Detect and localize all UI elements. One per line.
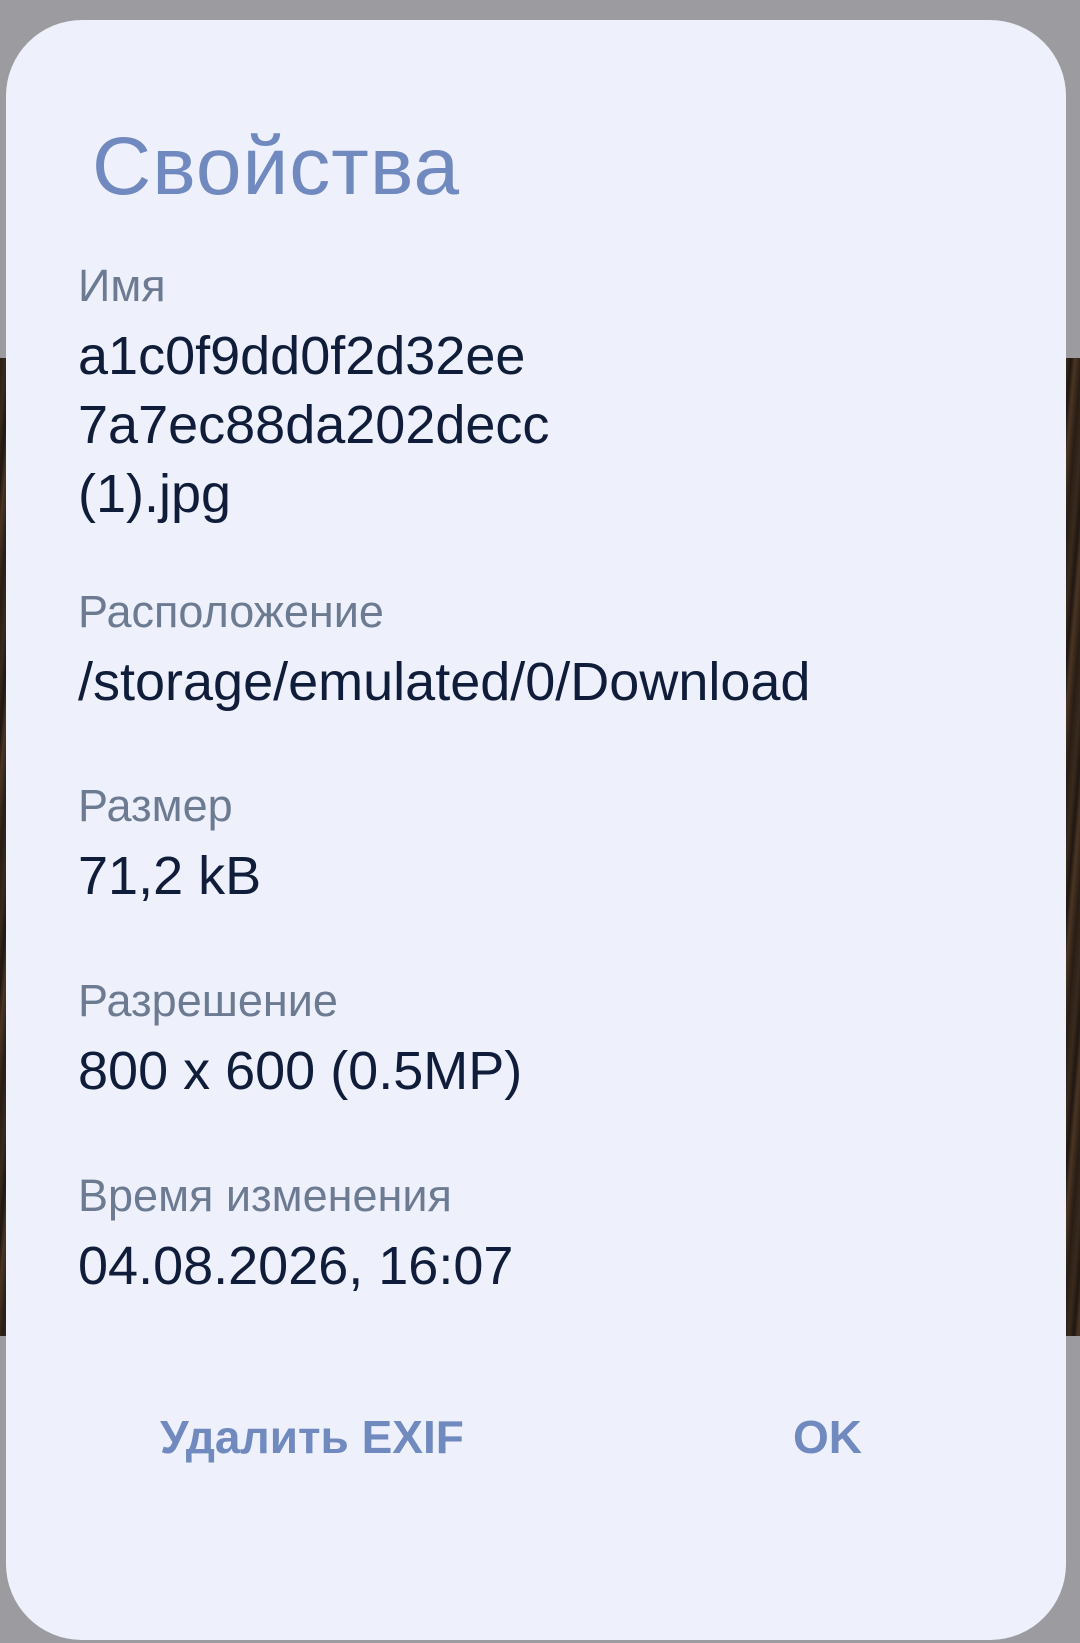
modified-time-value: 04.08.2026, 16:07 — [78, 1236, 514, 1296]
modified-time-label: Время изменения — [78, 1170, 452, 1221]
properties-dialog: Свойства Имя a1c0f9dd0f2d32ee 7a7ec88da2… — [6, 20, 1066, 1640]
resolution-label: Разрешение — [78, 975, 338, 1026]
size-label: Размер — [78, 780, 233, 831]
location-value: /storage/emulated/0/Download — [78, 652, 811, 712]
name-value-line-2: 7a7ec88da202decc — [78, 395, 550, 455]
remove-exif-button[interactable]: Удалить EXIF — [160, 1410, 464, 1464]
ok-button[interactable]: OK — [793, 1410, 862, 1464]
dialog-title: Свойства — [92, 121, 461, 212]
name-label: Имя — [78, 260, 166, 311]
name-value-line-3: (1).jpg — [78, 464, 232, 524]
resolution-value: 800 x 600 (0.5MP) — [78, 1041, 523, 1101]
location-label: Расположение — [78, 586, 384, 637]
size-value: 71,2 kB — [78, 846, 262, 906]
name-value-line-1: a1c0f9dd0f2d32ee — [78, 326, 526, 386]
